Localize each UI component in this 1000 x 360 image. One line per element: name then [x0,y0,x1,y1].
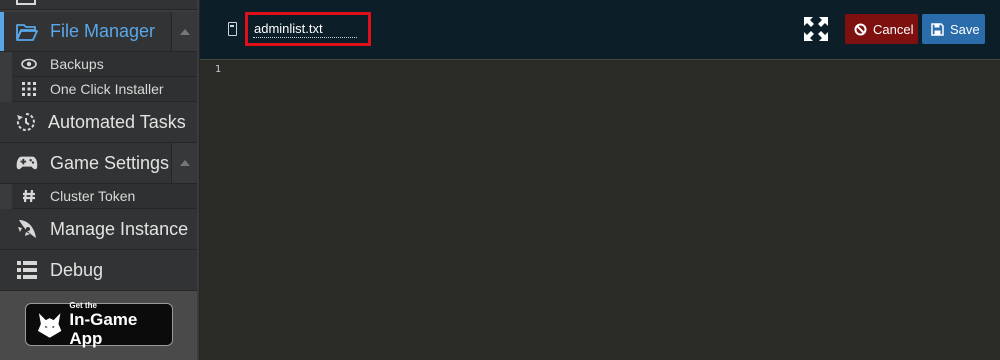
save-button[interactable]: Save [922,14,985,44]
ban-icon [854,23,867,36]
grid-icon [21,81,37,97]
cancel-label: Cancel [873,21,914,37]
code-editor[interactable]: 1 [200,60,1000,360]
app-badge-title: In-Game App [69,310,138,348]
partial-icon [16,0,38,12]
eye-icon [21,56,37,72]
collapse-toggle[interactable] [171,12,197,51]
folder-open-icon [16,21,38,43]
sidebar-subitem-label: Backups [50,56,104,72]
sidebar-item-label: Debug [50,259,104,280]
sidebar-item-game-settings[interactable]: Game Settings [0,143,197,184]
sidebar-subitem-label: One Click Installer [50,81,164,97]
app-promo: Get the In-Game App [0,291,197,360]
list-icon [16,259,38,281]
rocket-icon [16,218,38,240]
chevron-up-icon [179,160,190,166]
sidebar-subitem-one-click-installer[interactable]: One Click Installer [12,77,197,102]
sidebar-item-debug[interactable]: Debug [0,250,197,291]
sidebar-item-file-manager[interactable]: File Manager [0,12,197,52]
filename-input[interactable] [253,20,357,38]
sidebar-item-label: File Manager [50,21,156,41]
sidebar-item-label: Game Settings [50,152,170,173]
file-icon [228,22,237,36]
gamepad-icon [16,152,38,174]
app-badge-small-text: Get the [69,301,97,310]
in-game-app-button[interactable]: Get the In-Game App [25,301,173,348]
wolf-logo-icon [37,312,62,338]
save-label: Save [950,21,980,37]
floppy-icon [931,22,944,36]
sidebar-item-automated-tasks[interactable]: Automated Tasks [0,102,197,143]
editor-toolbar: Cancel Save [200,0,1000,60]
sidebar-item-manage-instance[interactable]: Manage Instance [0,209,197,250]
sidebar-subitem-backups[interactable]: Backups [12,52,197,77]
sidebar-item-label: Manage Instance [50,218,189,239]
sidebar: File Manager Backups One Click Installer… [0,0,200,360]
clock-refresh-icon [16,111,36,133]
line-number: 1 [215,64,222,75]
cancel-button[interactable]: Cancel [845,14,918,44]
hash-icon [21,188,37,204]
chevron-up-icon [179,28,190,35]
sidebar-subitem-cluster-token[interactable]: Cluster Token [12,184,197,209]
collapse-toggle[interactable] [171,143,197,183]
sidebar-item-partial[interactable] [0,0,197,10]
sidebar-item-label: Automated Tasks [48,111,186,132]
sidebar-subitem-label: Cluster Token [50,188,136,204]
expand-icon[interactable] [803,16,829,42]
